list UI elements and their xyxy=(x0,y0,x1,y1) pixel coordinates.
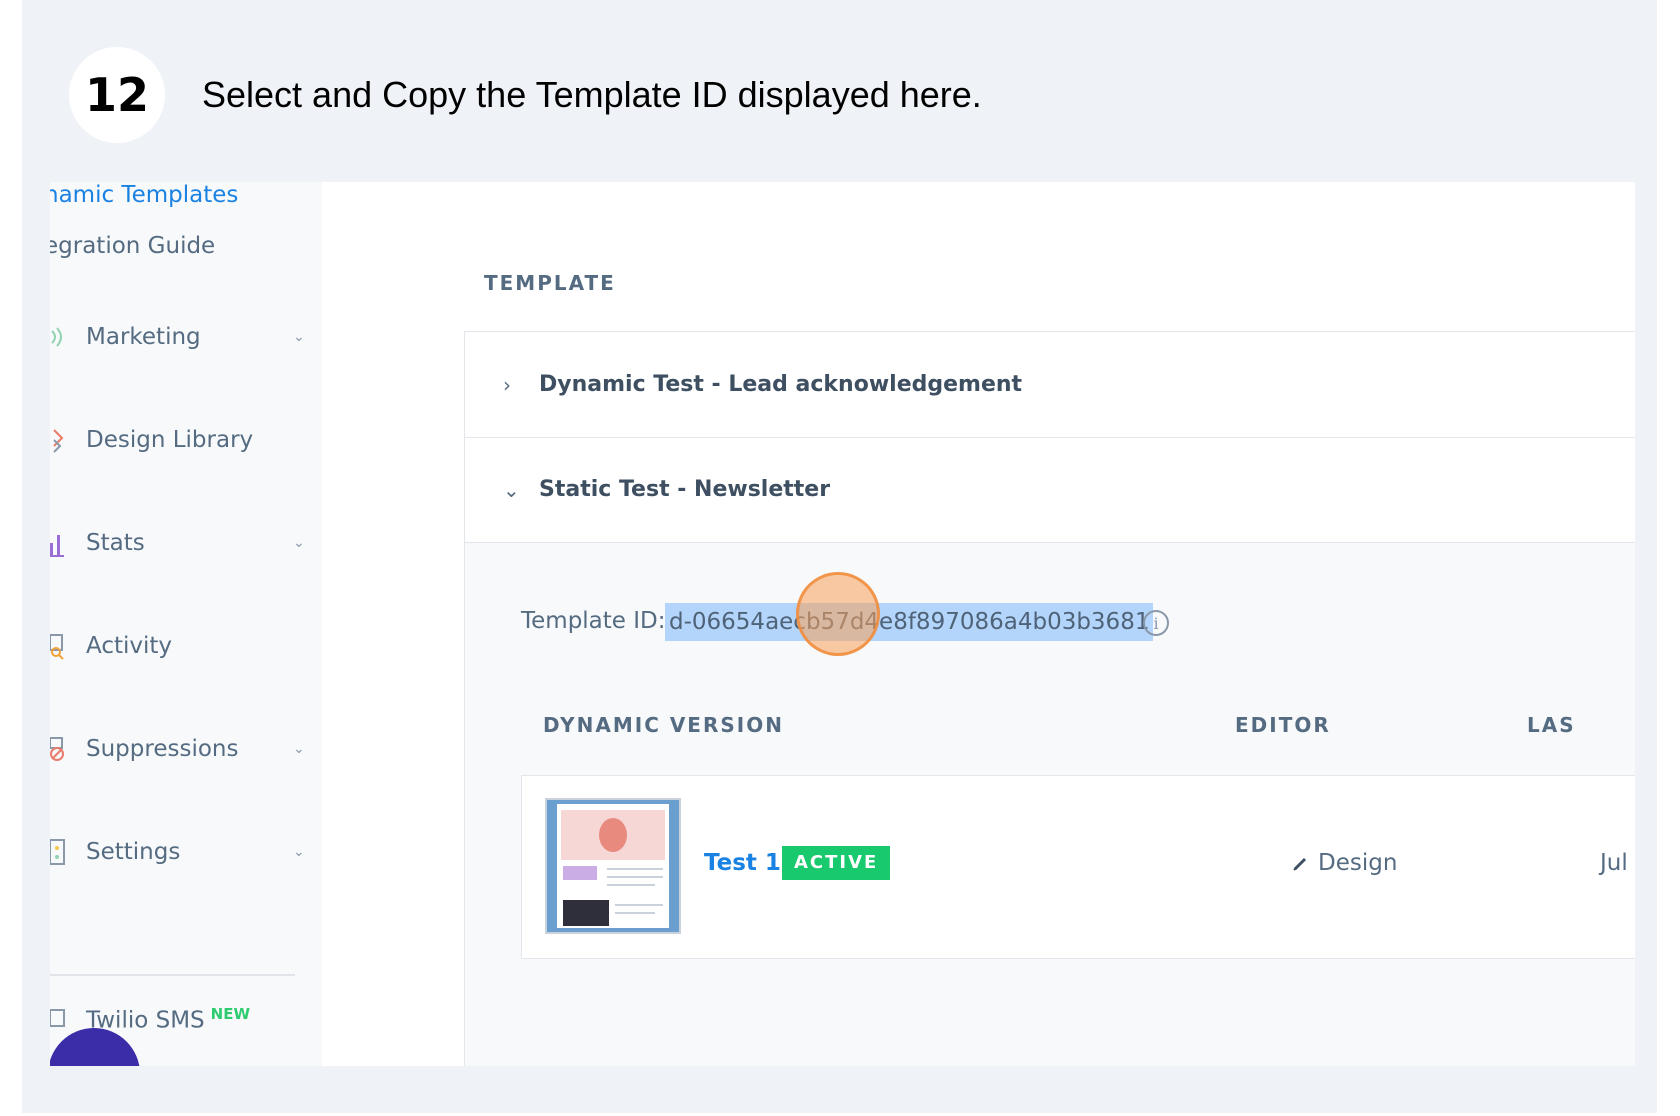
sidebar-item-label: Settings xyxy=(86,839,181,865)
column-header-dynamic-version: DYNAMIC VERSION xyxy=(543,713,784,737)
template-name: Dynamic Test - Lead acknowledgement xyxy=(539,372,1023,397)
chevron-down-icon: ⌄ xyxy=(293,535,305,551)
template-id-label: Template ID: xyxy=(521,608,666,634)
editor-cell: Design xyxy=(1292,850,1397,876)
sidebar-item-label: Stats xyxy=(86,530,145,556)
template-details-panel: Template ID: d-06654aecb57d4e8f897086a4b… xyxy=(465,543,1635,1066)
click-indicator xyxy=(796,572,880,656)
sidebar-link-dynamic-templates[interactable]: namic Templates xyxy=(50,182,238,208)
sidebar-item-activity[interactable]: Activity xyxy=(50,621,322,671)
sidebar-item-label: Suppressions xyxy=(86,736,239,762)
sidebar-item-label: Marketing xyxy=(86,324,201,350)
chevron-down-icon: ⌄ xyxy=(293,844,305,860)
sms-icon xyxy=(50,1009,65,1027)
activity-search-icon xyxy=(50,634,64,660)
sidebar-item-settings[interactable]: Settings ⌄ xyxy=(50,827,322,877)
sidebar-divider xyxy=(50,974,295,976)
template-id-value[interactable]: d-06654aecb57d4e8f897086a4b03b3681 xyxy=(665,603,1154,641)
version-thumbnail[interactable] xyxy=(545,798,681,934)
info-icon[interactable]: i xyxy=(1143,610,1169,636)
sidebar-item-label: Design Library xyxy=(86,427,254,453)
chevron-down-icon: ⌄ xyxy=(293,741,305,757)
new-badge: NEW xyxy=(210,1004,251,1023)
version-row[interactable]: Test 1 ACTIVE Design Jul xyxy=(521,775,1635,959)
column-header-editor: EDITOR xyxy=(1235,713,1331,737)
column-header-last-edited: LAS xyxy=(1527,713,1576,737)
pencil-icon xyxy=(1293,857,1307,871)
main-content: TEMPLATE › Dynamic Test - Lead acknowled… xyxy=(322,182,1635,1066)
sidebar-item-label: Activity xyxy=(86,633,173,659)
design-library-icon xyxy=(53,429,64,453)
template-list-card: › Dynamic Test - Lead acknowledgement ⌄ … xyxy=(464,331,1635,1066)
settings-icon xyxy=(50,839,65,865)
sidebar-item-design-library[interactable]: Design Library xyxy=(50,415,322,465)
step-number-badge: 12 xyxy=(69,47,165,143)
chevron-down-icon[interactable]: ⌄ xyxy=(503,478,520,502)
version-name-link[interactable]: Test 1 xyxy=(704,850,781,876)
sidebar-link-integration-guide[interactable]: egration Guide xyxy=(50,233,215,259)
chevron-down-icon: ⌄ xyxy=(293,329,305,345)
suppressions-icon xyxy=(50,737,64,761)
editor-type: Design xyxy=(1318,850,1398,876)
megaphone-icon xyxy=(51,327,62,347)
template-name: Static Test - Newsletter xyxy=(539,477,831,502)
status-badge: ACTIVE xyxy=(782,846,891,880)
sidebar-item-suppressions[interactable]: Suppressions ⌄ xyxy=(50,724,322,774)
section-title: TEMPLATE xyxy=(484,271,616,295)
template-row-expanded[interactable]: ⌄ Static Test - Newsletter xyxy=(465,437,1635,543)
step-instruction: Select and Copy the Template ID displaye… xyxy=(202,74,982,115)
last-edited-date: Jul xyxy=(1600,850,1628,876)
sidebar-item-stats[interactable]: Stats ⌄ xyxy=(50,518,322,568)
sidebar: namic Templates egration Guide Marketing… xyxy=(50,182,323,1066)
stats-bar-icon xyxy=(50,535,64,557)
app-screenshot: namic Templates egration Guide Marketing… xyxy=(50,182,1635,1066)
sidebar-item-sms-wrapper: Twilio SMS NEW xyxy=(86,1005,250,1034)
template-row-collapsed[interactable]: › Dynamic Test - Lead acknowledgement xyxy=(465,332,1635,438)
chevron-right-icon[interactable]: › xyxy=(503,373,511,397)
sidebar-item-marketing[interactable]: Marketing ⌄ xyxy=(50,312,322,362)
